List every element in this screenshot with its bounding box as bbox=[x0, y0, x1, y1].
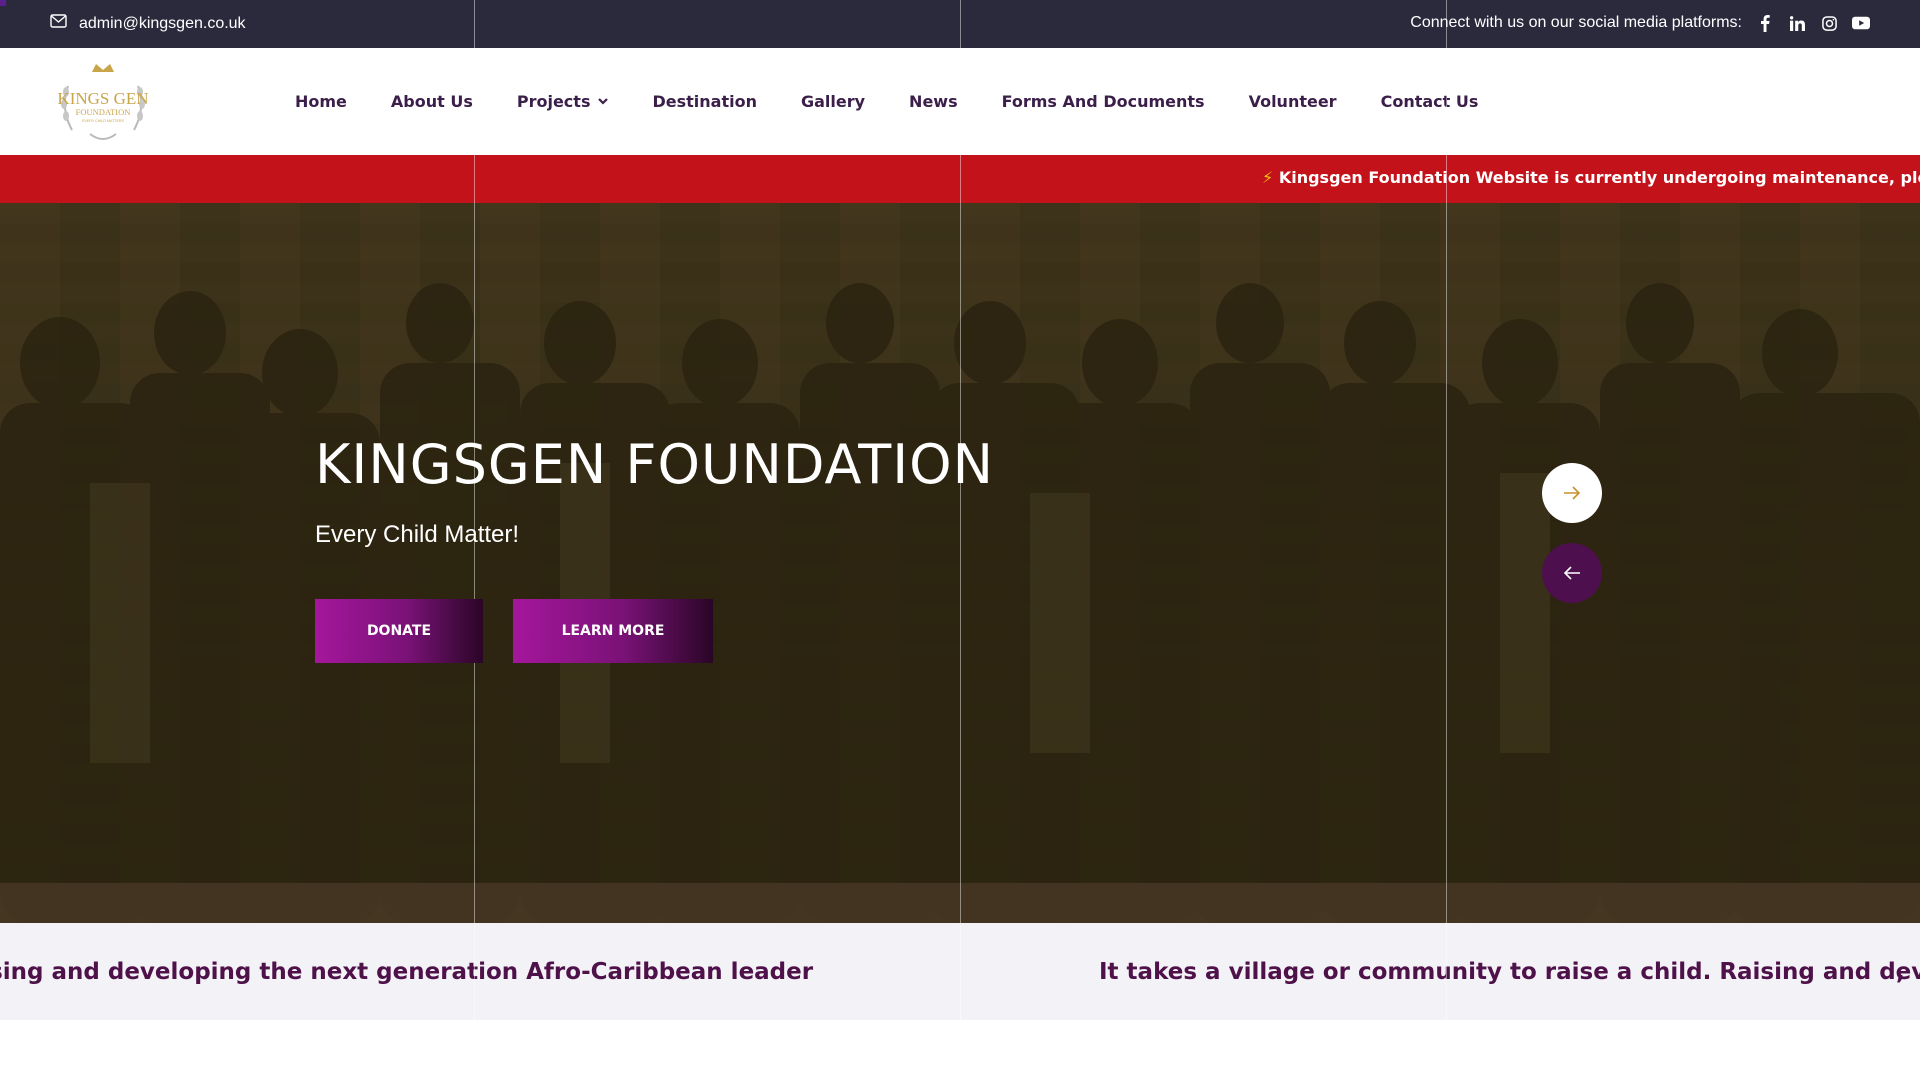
guide-line bbox=[1446, 0, 1447, 1020]
learn-more-button[interactable]: LEARN MORE bbox=[513, 599, 713, 663]
logo-line1: KINGS GEN bbox=[57, 89, 148, 108]
hero-title: KINGSGEN FOUNDATION bbox=[315, 433, 995, 496]
nav-volunteer[interactable]: Volunteer bbox=[1249, 92, 1337, 111]
nav-news[interactable]: News bbox=[909, 92, 958, 111]
nav-projects[interactable]: Projects bbox=[517, 92, 609, 111]
nav-projects-label: Projects bbox=[516, 92, 591, 111]
nav-forms-label: Forms And Documents bbox=[1001, 92, 1205, 111]
nav-destination[interactable]: Destination bbox=[652, 92, 757, 111]
slider-prev-button[interactable] bbox=[1542, 543, 1602, 603]
nav-gallery-label: Gallery bbox=[800, 92, 866, 111]
guide-line bbox=[474, 0, 475, 1020]
nav-forms-documents[interactable]: Forms And Documents bbox=[1002, 92, 1205, 111]
nav-home-label: Home bbox=[295, 92, 347, 111]
marquee-text: munity to raise a child. Raising and dev… bbox=[0, 959, 814, 985]
mail-icon bbox=[50, 14, 67, 33]
corner-marker bbox=[0, 0, 6, 6]
nav-about-label: About Us bbox=[390, 92, 473, 111]
logo-line2: FOUNDATION bbox=[76, 107, 131, 117]
arrow-right-icon bbox=[1563, 480, 1581, 506]
nav-destination-label: Destination bbox=[652, 92, 757, 111]
facebook-icon[interactable] bbox=[1756, 14, 1774, 32]
arrow-left-icon bbox=[1563, 560, 1581, 586]
instagram-icon[interactable] bbox=[1820, 14, 1838, 32]
ticker-text: Kingsgen Foundation Website is currently… bbox=[1278, 168, 1920, 187]
youtube-icon[interactable] bbox=[1852, 14, 1870, 32]
hero-subtitle: Every Child Matter! bbox=[315, 521, 520, 548]
slider-next-button[interactable] bbox=[1542, 463, 1602, 523]
nav-news-label: News bbox=[909, 92, 958, 111]
nav-volunteer-label: Volunteer bbox=[1248, 92, 1337, 111]
linkedin-icon[interactable] bbox=[1788, 14, 1806, 32]
menu: Home About Us Projects Destination Galle… bbox=[295, 48, 1522, 155]
logo-line3: EVERY CHILD MATTERS bbox=[82, 119, 124, 123]
nav-gallery[interactable]: Gallery bbox=[801, 92, 865, 111]
lightning-icon: ⚡ bbox=[1262, 168, 1274, 187]
chevron-down-icon bbox=[598, 95, 609, 108]
guide-line bbox=[960, 0, 961, 1020]
marquee-trail: , bbox=[1896, 959, 1905, 985]
contact-email[interactable]: admin@kingsgen.co.uk bbox=[50, 14, 246, 33]
nav-contact-label: Contact Us bbox=[1380, 92, 1479, 111]
kingsgen-logo[interactable]: KINGS GEN FOUNDATION EVERY CHILD MATTERS bbox=[52, 58, 154, 148]
social-label: Connect with us on our social media plat… bbox=[1410, 14, 1742, 31]
marquee-text: It takes a village or community to raise… bbox=[1099, 959, 1920, 985]
nav-about-us[interactable]: About Us bbox=[391, 92, 473, 111]
nav-contact-us[interactable]: Contact Us bbox=[1381, 92, 1479, 111]
email-text: admin@kingsgen.co.uk bbox=[79, 14, 246, 32]
social-links: Connect with us on our social media plat… bbox=[1410, 14, 1870, 32]
donate-button[interactable]: DONATE bbox=[315, 599, 483, 663]
ticker-content: ⚡ Kingsgen Foundation Website is current… bbox=[1262, 168, 1920, 187]
nav-home[interactable]: Home bbox=[295, 92, 347, 111]
